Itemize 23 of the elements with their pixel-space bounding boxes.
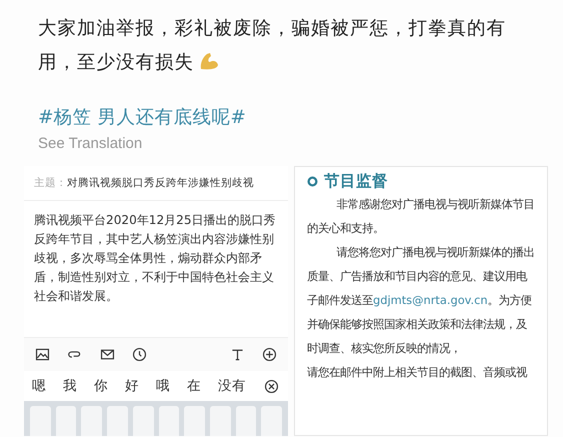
candidate-word[interactable]: 哦: [156, 377, 170, 395]
add-icon[interactable]: [260, 346, 278, 363]
notice-paragraph: 请您在邮件中附上相关节目的截图、音频或视: [307, 364, 528, 381]
flexed-arm-icon: [198, 51, 220, 71]
hashtag-link[interactable]: #杨笠 男人还有底线呢#: [38, 104, 246, 129]
notice-paragraph: 请您将您对广播电视与视听新媒体的播出质量、广告播放和节目内容的意见、建议用电子邮件发送至gdjmts@nrta.gov.cn。为方便并确保能够按照国家相关政策和法律法规，及时调查、核实您所反映的情况，: [307, 244, 536, 357]
circle-icon: [307, 176, 318, 187]
image-icon[interactable]: [34, 346, 51, 363]
clock-icon[interactable]: [130, 346, 148, 363]
notice-paragraph: 非常感谢您对广播电视与视听新媒体节目的关心和支持。: [307, 196, 536, 237]
candidate-word[interactable]: 没有: [218, 377, 246, 395]
candidate-word[interactable]: 我: [63, 377, 77, 395]
notice-title: 节目监督: [324, 171, 388, 192]
delete-icon[interactable]: [263, 378, 280, 394]
subject-text: 对腾讯视频脱口秀反跨年涉嫌性别歧视: [67, 176, 254, 190]
candidate-word[interactable]: 你: [94, 377, 108, 395]
candidate-word[interactable]: 好: [125, 377, 139, 395]
candidate-word[interactable]: 嗯: [32, 377, 46, 395]
email-link[interactable]: gdjmts@nrta.gov.cn: [373, 293, 488, 307]
post-text: 大家加油举报，彩礼被废除，骗婚被严惩，打拳真的有用，至少没有损失: [38, 17, 507, 75]
candidate-word[interactable]: 在: [187, 377, 201, 395]
subject-label: 主题：: [34, 176, 67, 190]
email-body: 腾讯视频平台2020年12月25日播出的脱口秀反跨年节目，其中艺人杨笠演出内容涉嫌性别歧视，多次辱骂全体男性，煽动群众内部矛盾，制造性别对立，不利于中国特色社会主义社会和谐发展。: [33, 212, 277, 305]
